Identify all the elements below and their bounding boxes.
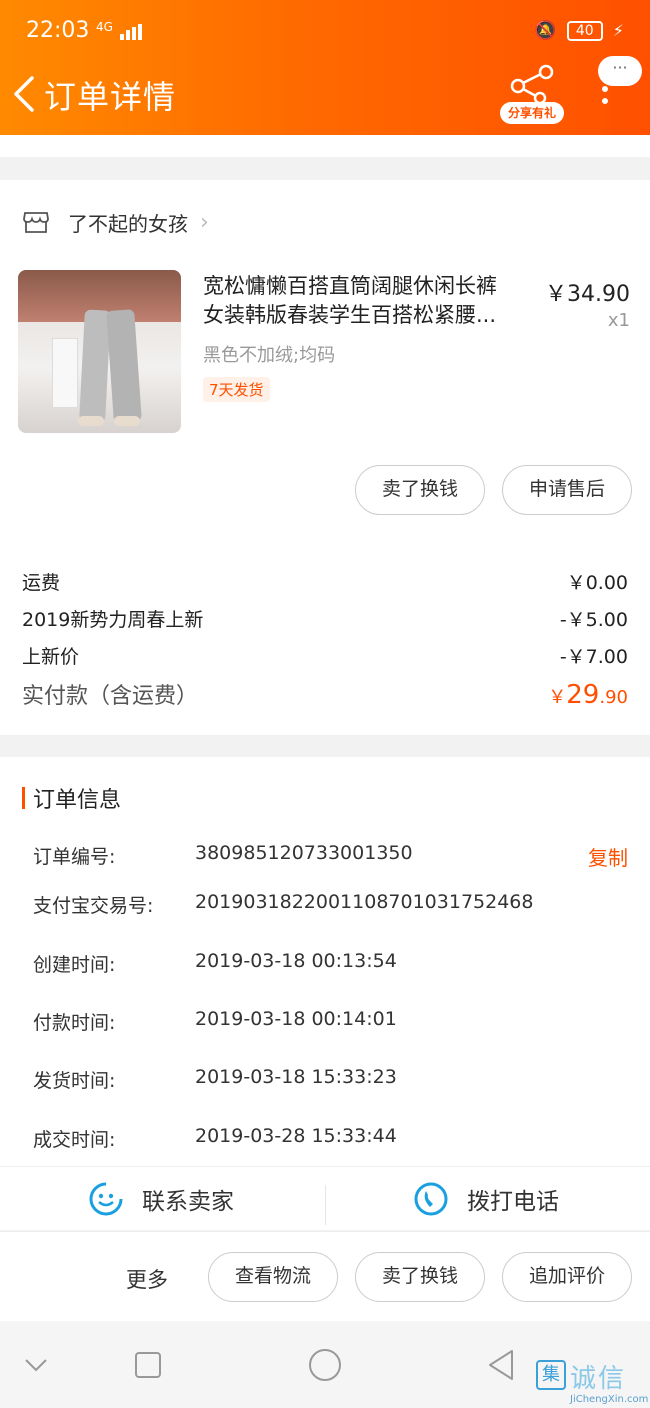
- top-strip: [0, 135, 650, 157]
- store-name: 了不起的女孩: [68, 211, 188, 236]
- product-title[interactable]: 宽松慵懒百搭直筒阔腿休闲长裤 女装韩版春装学生百搭松紧腰...: [203, 272, 528, 330]
- resell-button[interactable]: 卖了换钱: [355, 465, 485, 515]
- message-bubble-icon: ···: [598, 56, 642, 86]
- chat-face-icon: [89, 1182, 123, 1216]
- home-icon[interactable]: [308, 1348, 342, 1382]
- more-dots-icon: [602, 86, 610, 110]
- phone-icon: [414, 1182, 448, 1216]
- product-quantity: x1: [607, 310, 630, 331]
- mute-bell-icon: 🔕: [534, 20, 557, 41]
- more-button[interactable]: 更多: [126, 1264, 168, 1294]
- header-bar: 22:03 4G 🔕 40 ⚡ 订单详情 分享有礼 ···: [0, 0, 650, 135]
- recent-apps-icon[interactable]: [134, 1351, 162, 1379]
- resell-bottom-button[interactable]: 卖了换钱: [355, 1252, 485, 1302]
- watermark-logo: 集 诚信 JiChengXin.com: [530, 1350, 650, 1408]
- chevron-left-icon: [14, 76, 34, 112]
- chevron-down-icon[interactable]: [24, 1357, 48, 1373]
- status-time: 22:03: [26, 18, 90, 43]
- total-paid: 实付款（含运费） ￥29.90: [22, 678, 628, 710]
- fee-row-newprice: 上新价 -￥7.00: [22, 646, 628, 668]
- back-triangle-icon[interactable]: [486, 1349, 516, 1381]
- add-review-button[interactable]: 追加评价: [502, 1252, 632, 1302]
- battery-icon: 40: [566, 20, 603, 41]
- page-title: 订单详情: [44, 78, 177, 116]
- network-label: 4G: [96, 20, 113, 34]
- fee-row-shipping: 运费 ￥0.00: [22, 572, 628, 594]
- signal-icon: [120, 24, 144, 40]
- product-image[interactable]: [18, 270, 181, 433]
- chevron-right-icon: ›: [200, 209, 209, 235]
- view-logistics-button[interactable]: 查看物流: [208, 1252, 338, 1302]
- more-menu-button[interactable]: ···: [596, 56, 642, 108]
- shipping-tag: 7天发货: [203, 377, 270, 402]
- product-sku: 黑色不加绒;均码: [203, 345, 336, 366]
- order-info-heading: 订单信息: [22, 782, 121, 814]
- bottom-action-bar: 更多 查看物流 卖了换钱 追加评价: [0, 1231, 650, 1321]
- share-label: 分享有礼: [500, 102, 564, 124]
- after-sale-button[interactable]: 申请售后: [502, 465, 632, 515]
- total-label: 实付款（含运费）: [22, 684, 199, 709]
- contact-bar: 联系卖家 拨打电话: [0, 1166, 650, 1230]
- store-link[interactable]: 了不起的女孩 ›: [22, 205, 209, 239]
- product-price: ￥34.90: [545, 282, 630, 307]
- back-button[interactable]: [8, 74, 42, 114]
- contact-seller-button[interactable]: 联系卖家: [88, 1181, 234, 1217]
- status-bar: 22:03 4G 🔕 40 ⚡: [26, 18, 624, 48]
- share-button[interactable]: 分享有礼: [500, 64, 566, 124]
- share-icon: [510, 64, 554, 104]
- charging-icon: ⚡: [612, 21, 624, 40]
- watermark-text: JiChengXin.com: [570, 1394, 649, 1405]
- total-amount: ￥29.90: [548, 680, 628, 710]
- call-phone-button[interactable]: 拨打电话: [413, 1181, 559, 1217]
- store-icon: [23, 212, 49, 233]
- fee-row-promo: 2019新势力周春上新 -￥5.00: [22, 609, 628, 631]
- copy-button[interactable]: 复制: [588, 842, 628, 871]
- status-right: 🔕 40 ⚡: [534, 20, 624, 41]
